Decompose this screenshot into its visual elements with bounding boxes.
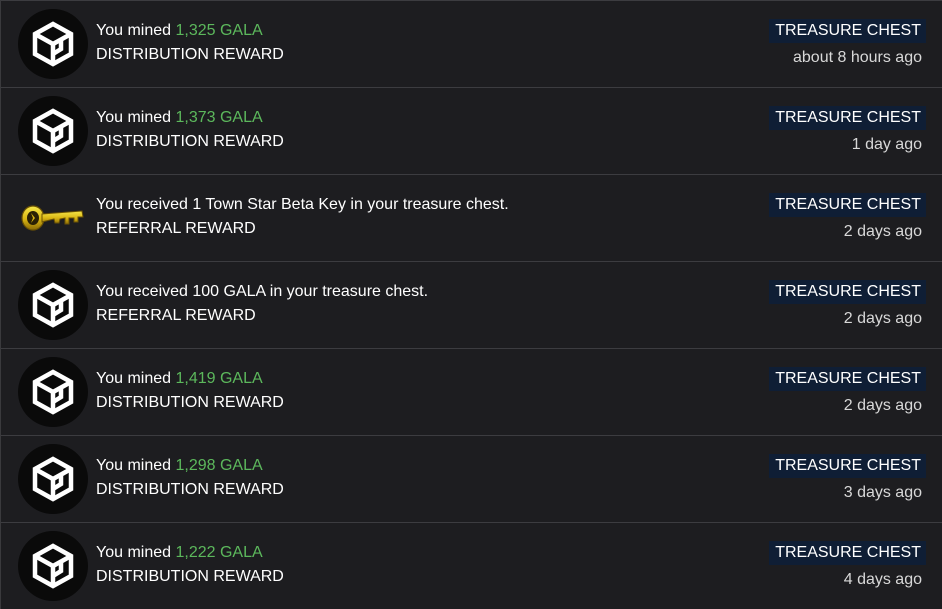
activity-row[interactable]: You mined 1,419 GALA DISTRIBUTION REWARD… [1, 348, 942, 435]
golden-key-icon [18, 183, 88, 253]
activity-message: You received 1 Town Star Beta Key in you… [96, 196, 509, 213]
treasure-chest-badge[interactable]: TREASURE CHEST [769, 280, 926, 304]
gala-logo-icon [18, 531, 88, 601]
gala-amount: 1,419 GALA [175, 370, 263, 387]
treasure-chest-badge[interactable]: TREASURE CHEST [769, 454, 926, 478]
treasure-chest-badge[interactable]: TREASURE CHEST [769, 106, 926, 130]
reward-type: DISTRIBUTION REWARD [96, 46, 284, 63]
reward-type: REFERRAL REWARD [96, 307, 256, 324]
gala-logo-icon [18, 96, 88, 166]
activity-row[interactable]: You received 100 GALA in your treasure c… [1, 261, 942, 348]
activity-row[interactable]: You mined 1,298 GALA DISTRIBUTION REWARD… [1, 435, 942, 522]
timestamp: 1 day ago [851, 136, 922, 153]
gala-amount: 1,325 GALA [175, 22, 263, 39]
activity-message: You received 100 GALA in your treasure c… [96, 283, 429, 300]
reward-type: REFERRAL REWARD [96, 220, 256, 237]
activity-row[interactable]: You mined 1,222 GALA DISTRIBUTION REWARD… [1, 522, 942, 609]
activity-row[interactable]: You mined 1,373 GALA DISTRIBUTION REWARD… [1, 87, 942, 174]
timestamp: 2 days ago [843, 223, 922, 240]
timestamp: 4 days ago [843, 571, 922, 588]
timestamp: 3 days ago [843, 484, 922, 501]
gala-amount: 1,222 GALA [175, 544, 263, 561]
gala-logo-icon [18, 444, 88, 514]
gala-logo-icon [18, 270, 88, 340]
gala-amount: 1,298 GALA [175, 457, 263, 474]
gala-logo-icon [18, 357, 88, 427]
timestamp: 2 days ago [843, 310, 922, 327]
treasure-chest-badge[interactable]: TREASURE CHEST [769, 193, 926, 217]
reward-type: DISTRIBUTION REWARD [96, 481, 284, 498]
gala-logo-icon [18, 9, 88, 79]
activity-row[interactable]: You received 1 Town Star Beta Key in you… [1, 174, 942, 261]
treasure-chest-badge[interactable]: TREASURE CHEST [769, 19, 926, 43]
treasure-chest-badge[interactable]: TREASURE CHEST [769, 541, 926, 565]
timestamp: 2 days ago [843, 397, 922, 414]
activity-message: You mined 1,325 GALA [96, 22, 263, 39]
activity-message: You mined 1,419 GALA [96, 370, 263, 387]
activity-message: You mined 1,298 GALA [96, 457, 263, 474]
activity-message: You mined 1,373 GALA [96, 109, 263, 126]
reward-type: DISTRIBUTION REWARD [96, 568, 284, 585]
activity-message: You mined 1,222 GALA [96, 544, 263, 561]
gala-amount: 1,373 GALA [175, 109, 263, 126]
activity-row[interactable]: You mined 1,325 GALA DISTRIBUTION REWARD… [1, 0, 942, 87]
timestamp: about 8 hours ago [793, 49, 922, 66]
reward-type: DISTRIBUTION REWARD [96, 133, 284, 150]
activity-feed: You mined 1,325 GALA DISTRIBUTION REWARD… [0, 0, 942, 609]
treasure-chest-badge[interactable]: TREASURE CHEST [769, 367, 926, 391]
reward-type: DISTRIBUTION REWARD [96, 394, 284, 411]
